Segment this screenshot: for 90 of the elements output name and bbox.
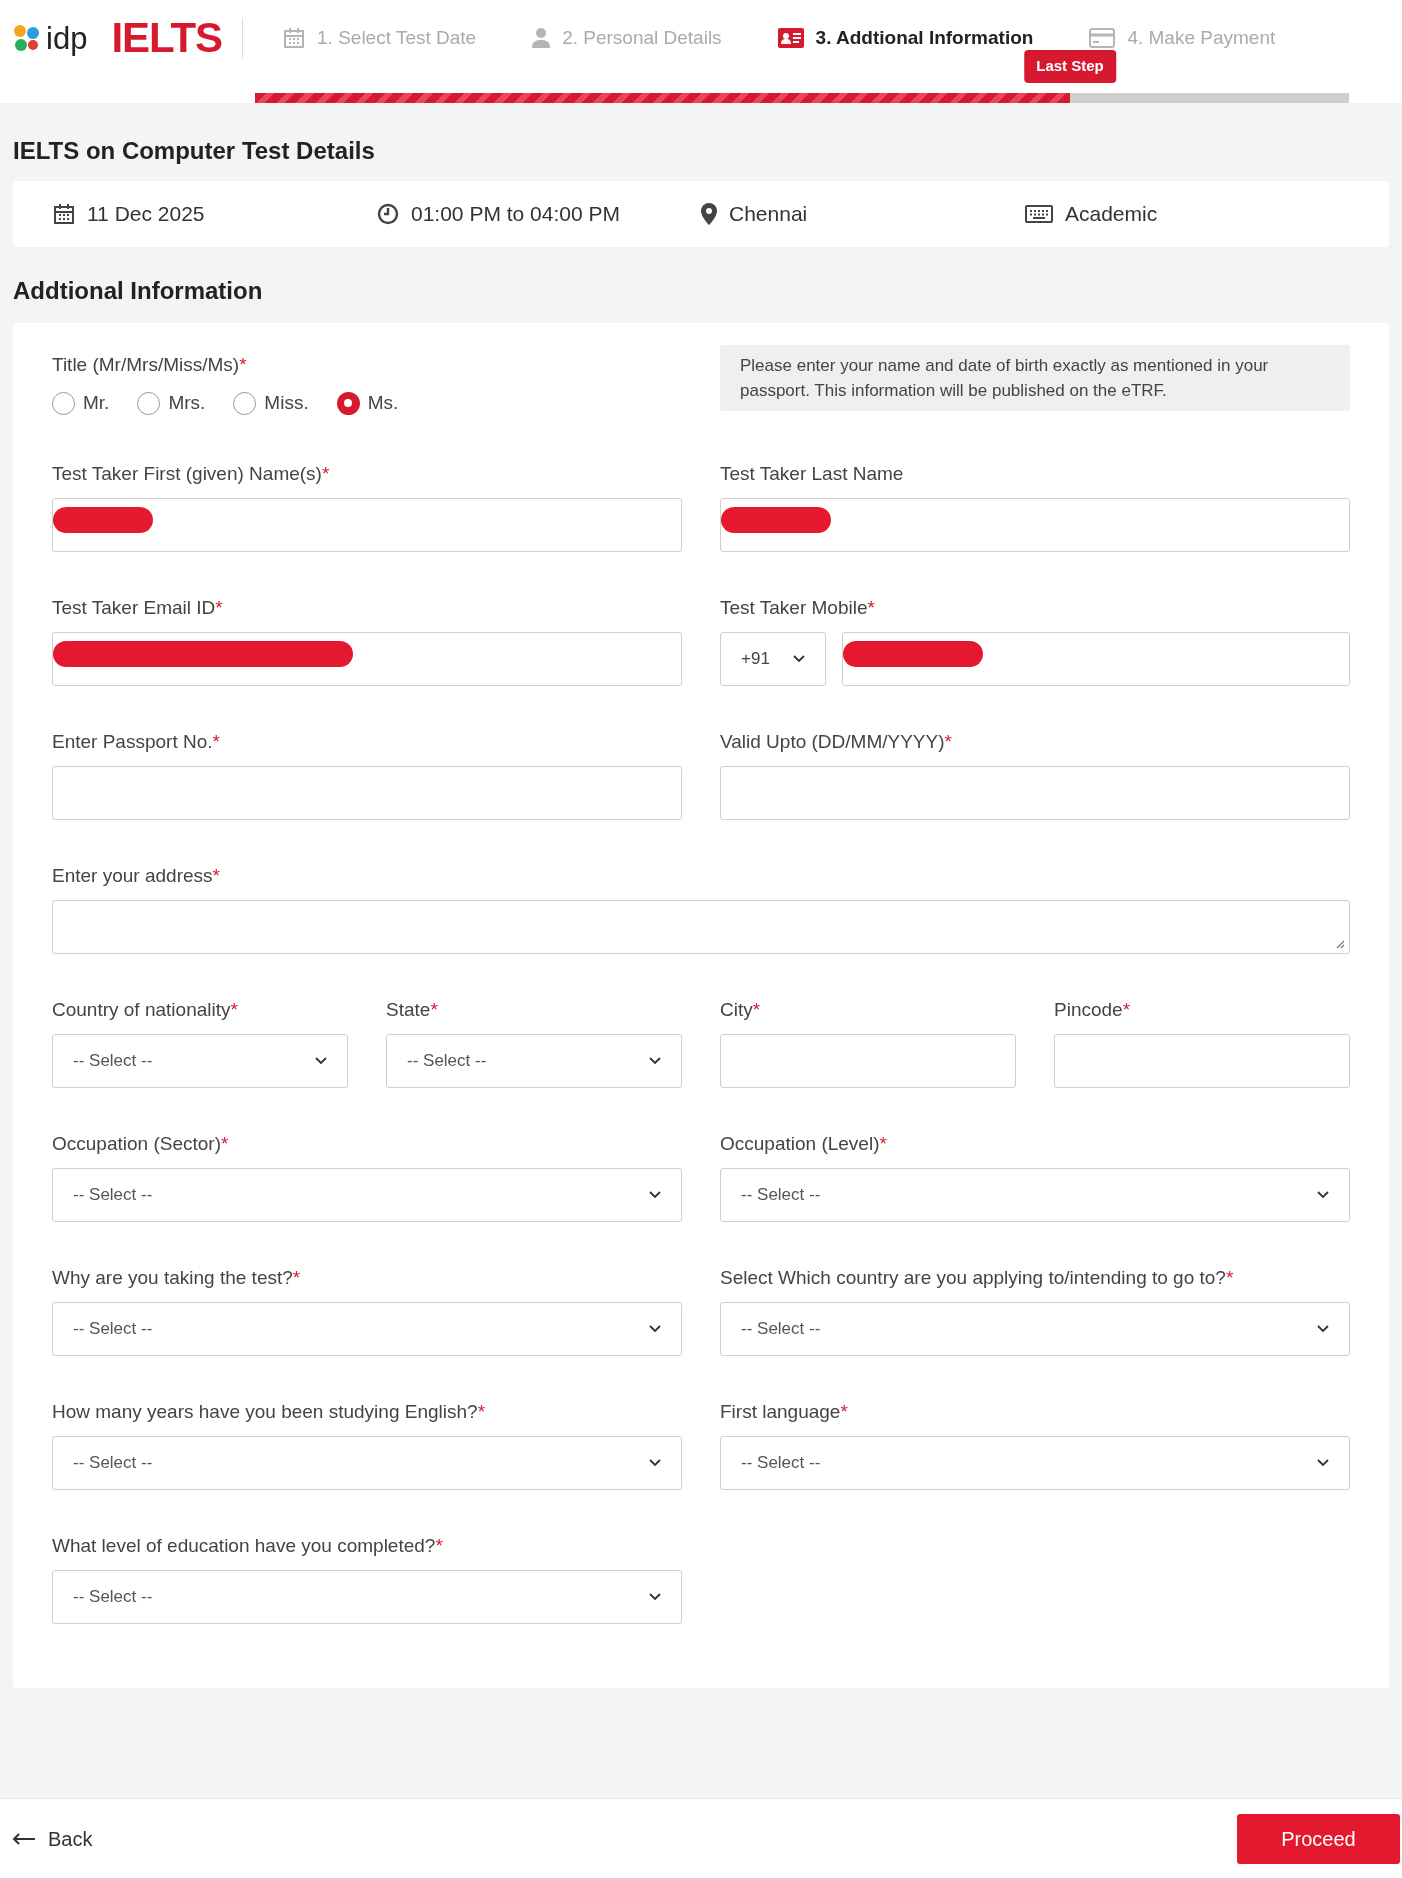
field-label: First language* [720, 1399, 849, 1424]
field-label: Test Taker Mobile* [720, 595, 876, 620]
text-field[interactable] [720, 1033, 1016, 1088]
radio-button[interactable] [233, 391, 257, 415]
chevron-down-icon [1317, 1458, 1329, 1467]
country-code-select[interactable]: +91 [720, 631, 826, 686]
field-label: Pincode* [1054, 997, 1132, 1022]
field-label: Country of nationality* [52, 997, 239, 1022]
chevron-down-icon [315, 1056, 327, 1065]
select-dropdown[interactable]: -- Select -- [720, 1301, 1350, 1356]
field-label: Enter your address* [52, 863, 221, 888]
select-value: -- Select -- [73, 1585, 153, 1608]
section-heading: Addtional Information [13, 277, 264, 305]
mobile-field[interactable] [842, 631, 1350, 686]
test-detail-text: Chennai [729, 201, 808, 228]
map-pin-icon [701, 203, 717, 225]
field-label: Occupation (Level)* [720, 1131, 888, 1156]
field-label: Test Taker Email ID* [52, 595, 224, 620]
test-detail-text: 11 Dec 2025 [87, 201, 205, 228]
text-field[interactable] [52, 631, 682, 686]
select-dropdown[interactable]: -- Select -- [720, 1435, 1350, 1490]
arrow-left-icon [12, 1832, 36, 1845]
section-heading: IELTS on Computer Test Details [13, 137, 376, 165]
select-value: +91 [741, 647, 770, 670]
field-label: Valid Upto (DD/MM/YYYY)* [720, 729, 953, 754]
field-label: Enter Passport No.* [52, 729, 221, 754]
field-label: Select Which country are you applying to/intending to go to?* [720, 1265, 1235, 1290]
select-value: -- Select -- [73, 1317, 153, 1340]
step-tab[interactable]: 3. Addtional Information [815, 23, 1034, 53]
select-value: -- Select -- [73, 1451, 153, 1474]
field-label: How many years have you been studying English?* [52, 1399, 487, 1424]
text-field[interactable] [52, 497, 682, 552]
select-value: -- Select -- [741, 1451, 821, 1474]
ielts-logo: IELTS [111, 17, 222, 59]
field-label: What level of education have you completed?* [52, 1533, 444, 1558]
radio-button[interactable] [336, 391, 360, 415]
select-dropdown[interactable]: -- Select -- [52, 1569, 682, 1624]
radio-label: Miss. [264, 391, 309, 415]
field-label: State* [386, 997, 439, 1022]
chevron-down-icon [649, 1324, 661, 1333]
chevron-down-icon [1317, 1324, 1329, 1333]
chevron-down-icon [649, 1592, 661, 1601]
select-dropdown[interactable]: -- Select -- [386, 1033, 682, 1088]
field-label: Title (Mr/Mrs/Miss/Ms)* [52, 353, 248, 377]
test-detail-text: 01:00 PM to 04:00 PM [411, 201, 620, 228]
field-label: Occupation (Sector)* [52, 1131, 230, 1156]
select-value: -- Select -- [741, 1317, 821, 1340]
select-value: -- Select -- [741, 1183, 821, 1206]
keyboard-icon [1025, 205, 1053, 223]
text-field[interactable] [720, 765, 1350, 820]
field-label: Test Taker Last Name [720, 461, 905, 486]
chevron-down-icon [649, 1190, 661, 1199]
id-card-icon [777, 28, 804, 48]
radio-label: Mrs. [168, 391, 206, 415]
radio-label: Mr. [83, 391, 110, 415]
select-dropdown[interactable]: -- Select -- [52, 1167, 682, 1222]
person-icon [532, 28, 551, 48]
calendar-icon [53, 203, 75, 225]
field-label: Why are you taking the test?* [52, 1265, 302, 1290]
radio-label: Ms. [367, 391, 399, 415]
select-dropdown[interactable]: -- Select -- [52, 1301, 682, 1356]
select-dropdown[interactable]: -- Select -- [52, 1033, 348, 1088]
field-label: City* [720, 997, 762, 1022]
proceed-button[interactable]: Proceed [1237, 1813, 1400, 1864]
select-value: -- Select -- [73, 1183, 153, 1206]
info-notice: Please enter your name and date of birth exactly as mentioned in your passport. This information will be published on the eTRF. [720, 345, 1350, 411]
resize-handle-icon [1336, 939, 1345, 949]
select-value: -- Select -- [407, 1049, 487, 1072]
chevron-down-icon [649, 1458, 661, 1467]
last-step-badge: Last Step [1024, 50, 1116, 83]
radio-button[interactable] [52, 391, 75, 415]
radio-button[interactable] [137, 391, 161, 415]
chevron-down-icon [1317, 1190, 1329, 1199]
address-field[interactable] [52, 899, 1350, 954]
select-dropdown[interactable]: -- Select -- [52, 1435, 682, 1490]
select-value: -- Select -- [73, 1049, 153, 1072]
text-field[interactable] [720, 497, 1350, 552]
text-field[interactable] [1054, 1033, 1350, 1088]
chevron-down-icon [793, 654, 805, 663]
idp-logo-text: idp [46, 22, 88, 54]
clock-icon [377, 203, 399, 225]
select-dropdown[interactable]: -- Select -- [720, 1167, 1350, 1222]
test-detail-text: Academic [1065, 201, 1158, 228]
idp-logo-icon [12, 23, 42, 53]
back-button[interactable]: Back [12, 1823, 93, 1854]
credit-card-icon [1089, 28, 1116, 48]
field-label: Test Taker First (given) Name(s)* [52, 461, 331, 486]
calendar-icon [283, 27, 305, 49]
text-field[interactable] [52, 765, 682, 820]
chevron-down-icon [649, 1056, 661, 1065]
